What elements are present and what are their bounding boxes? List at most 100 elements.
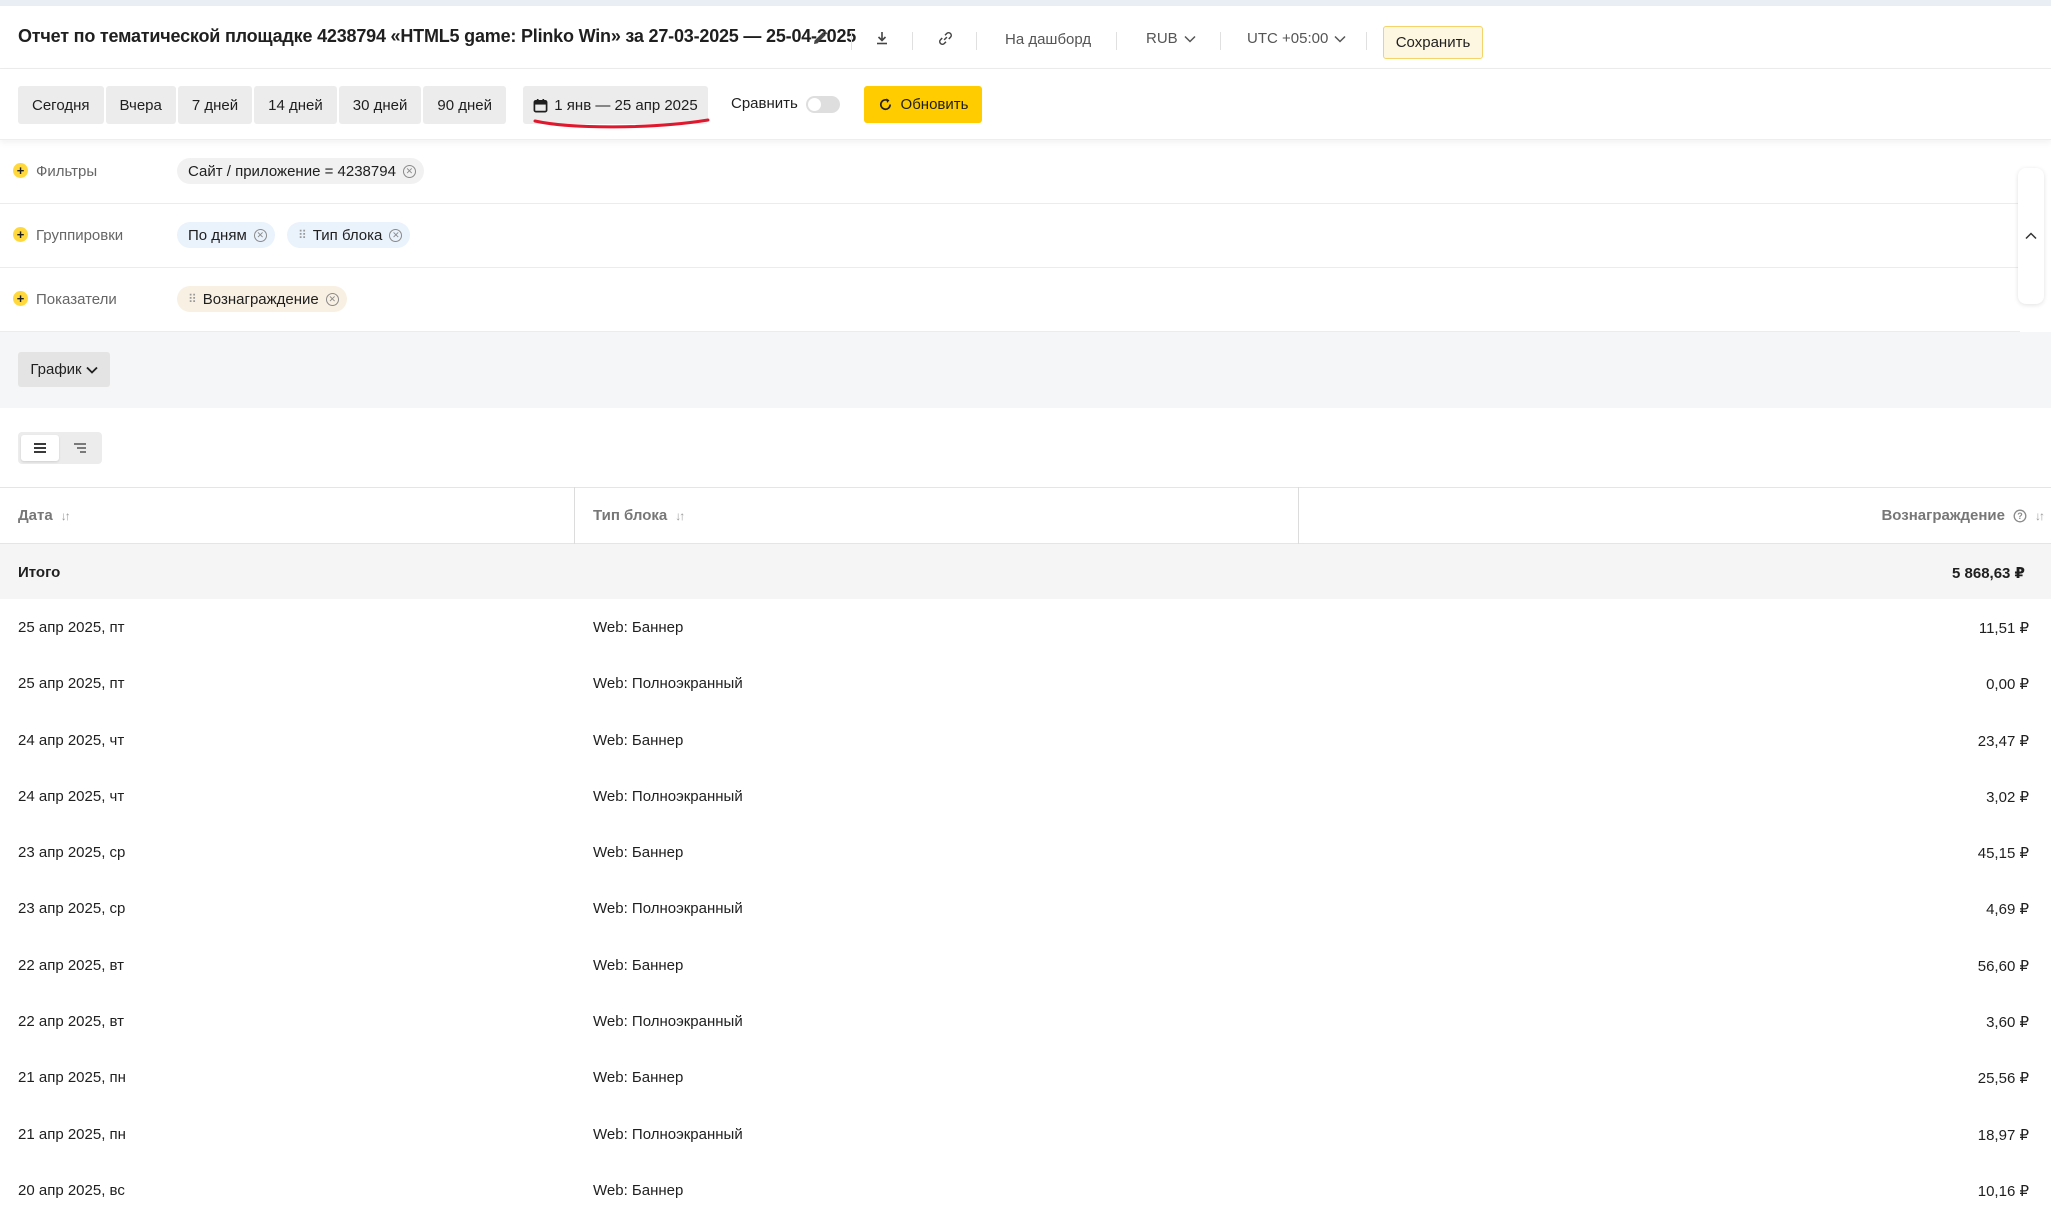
table-row: 23 апр 2025, ср Web: Баннер 45,15 ₽ xyxy=(0,825,2051,881)
date-range-value: 1 янв — 25 апр 2025 xyxy=(554,96,698,114)
report-header: Отчет по тематической площадке 4238794 «… xyxy=(0,6,2051,69)
add-grouping-icon[interactable]: + xyxy=(13,227,28,242)
reward-cell: 18,97 ₽ xyxy=(1977,1126,2029,1144)
link-icon[interactable] xyxy=(933,26,957,50)
grouping-chip-by-days[interactable]: По дням ✕ xyxy=(177,222,275,248)
table-row: 25 апр 2025, пт Web: Полноэкранный 0,00 ₽ xyxy=(0,656,2051,712)
reward-cell: 23,47 ₽ xyxy=(1977,732,2029,750)
metrics-label: Показатели xyxy=(36,291,117,308)
divider xyxy=(976,32,977,50)
graph-button[interactable]: График xyxy=(18,352,110,387)
chip-label: Тип блока xyxy=(312,226,383,244)
column-label: Вознаграждение xyxy=(1881,507,2005,524)
refresh-label: Обновить xyxy=(900,96,969,113)
view-toggle xyxy=(18,432,102,464)
chevron-down-icon xyxy=(1184,35,1196,43)
reward-cell: 25,56 ₽ xyxy=(1977,1070,2029,1088)
column-label: Тип блока xyxy=(593,507,668,524)
table-row: 21 апр 2025, пн Web: Полноэкранный 18,97 ₽ xyxy=(0,1107,2051,1163)
reward-cell: 3,02 ₽ xyxy=(1986,788,2029,806)
divider xyxy=(851,32,852,50)
reward-cell: 3,60 ₽ xyxy=(1986,1014,2029,1032)
block-type-cell: Web: Баннер xyxy=(593,731,684,749)
chevron-down-icon xyxy=(1334,35,1346,43)
refresh-button[interactable]: Обновить xyxy=(864,86,982,123)
compare-toggle[interactable] xyxy=(806,96,840,113)
sort-icon[interactable]: ↓↑ xyxy=(675,509,685,523)
sort-icon[interactable]: ↓↑ xyxy=(61,509,71,523)
table-row: 25 апр 2025, пт Web: Баннер 11,51 ₽ xyxy=(0,600,2051,656)
preset-7-days[interactable]: 7 дней xyxy=(177,86,253,124)
preset-30-days[interactable]: 30 дней xyxy=(338,86,422,124)
column-block-type[interactable]: Тип блока ↓↑ xyxy=(593,507,685,524)
preset-90-days[interactable]: 90 дней xyxy=(423,86,506,124)
date-cell: 22 апр 2025, вт xyxy=(18,1013,125,1031)
date-cell: 25 апр 2025, пт xyxy=(18,675,125,693)
compare-label: Сравнить xyxy=(731,95,798,112)
table-row: 23 апр 2025, ср Web: Полноэкранный 4,69 ₽ xyxy=(0,881,2051,937)
timezone-select[interactable]: UTC +05:00 xyxy=(1247,30,1346,47)
help-icon[interactable]: ? xyxy=(2013,509,2027,523)
tree-view-button[interactable] xyxy=(61,435,99,461)
date-cell: 24 апр 2025, чт xyxy=(18,731,125,749)
column-reward[interactable]: Вознаграждение ? ↓↑ xyxy=(1881,507,2045,524)
block-type-cell: Web: Полноэкранный xyxy=(593,1125,743,1143)
svg-text:?: ? xyxy=(2017,511,2023,521)
chevron-up-icon xyxy=(2025,232,2037,240)
reward-cell: 4,69 ₽ xyxy=(1986,901,2029,919)
block-type-cell: Web: Полноэкранный xyxy=(593,787,743,805)
reward-cell: 0,00 ₽ xyxy=(1986,676,2029,694)
table-row: 20 апр 2025, вс Web: Баннер 10,16 ₽ xyxy=(0,1163,2051,1219)
currency-value: RUB xyxy=(1146,30,1178,47)
total-label: Итого xyxy=(18,564,61,581)
drag-handle-icon[interactable]: ⠿ xyxy=(188,292,197,306)
remove-icon[interactable]: ✕ xyxy=(253,228,267,242)
remove-icon[interactable]: ✕ xyxy=(402,164,416,178)
remove-icon[interactable]: ✕ xyxy=(389,228,403,242)
date-cell: 21 апр 2025, пн xyxy=(18,1069,126,1087)
collapse-panel-button[interactable] xyxy=(2018,168,2044,304)
page-title: Отчет по тематической площадке 4238794 «… xyxy=(18,26,857,46)
currency-select[interactable]: RUB xyxy=(1146,30,1196,47)
drag-handle-icon[interactable]: ⠿ xyxy=(298,228,307,242)
dashboard-link[interactable]: На дашборд xyxy=(1005,31,1091,48)
period-bar: Сегодня Вчера 7 дней 14 дней 30 дней 90 … xyxy=(0,69,2051,140)
preset-today[interactable]: Сегодня xyxy=(18,86,104,124)
remove-icon[interactable]: ✕ xyxy=(325,292,339,306)
add-metric-icon[interactable]: + xyxy=(13,291,28,306)
timezone-value: UTC +05:00 xyxy=(1247,30,1329,47)
groupings-label: Группировки xyxy=(36,227,124,244)
date-cell: 20 апр 2025, вс xyxy=(18,1181,125,1199)
date-cell: 25 апр 2025, пт xyxy=(18,619,125,636)
download-icon[interactable] xyxy=(870,26,894,50)
pencil-icon[interactable] xyxy=(808,26,832,50)
reward-cell: 45,15 ₽ xyxy=(1977,845,2029,863)
grouping-chip-block-type[interactable]: ⠿ Тип блока ✕ xyxy=(287,222,411,248)
block-type-cell: Web: Полноэкранный xyxy=(593,1013,743,1031)
date-cell: 22 апр 2025, вт xyxy=(18,956,125,974)
sort-icon[interactable]: ↓↑ xyxy=(2035,509,2045,523)
table-row: 22 апр 2025, вт Web: Полноэкранный 3,60 ₽ xyxy=(0,994,2051,1050)
reward-cell: 11,51 ₽ xyxy=(1978,620,2029,637)
chip-label: По дням xyxy=(188,226,247,244)
table-row: 24 апр 2025, чт Web: Баннер 23,47 ₽ xyxy=(0,713,2051,769)
add-filter-icon[interactable]: + xyxy=(13,163,28,178)
table-body: 25 апр 2025, пт Web: Баннер 11,51 ₽25 апр … xyxy=(0,600,2051,1219)
refresh-icon xyxy=(879,98,891,111)
divider xyxy=(1220,32,1221,50)
flat-view-button[interactable] xyxy=(21,435,59,461)
preset-yesterday[interactable]: Вчера xyxy=(105,86,176,124)
reward-cell: 10,16 ₽ xyxy=(1977,1182,2029,1200)
metric-chip-reward[interactable]: ⠿ Вознаграждение ✕ xyxy=(177,286,347,312)
divider xyxy=(912,32,913,50)
filters-label: Фильтры xyxy=(36,163,98,180)
save-button[interactable]: Сохранить xyxy=(1383,26,1483,59)
filter-chip-site[interactable]: Сайт / приложение = 4238794 ✕ xyxy=(177,158,424,184)
chip-label: Вознаграждение xyxy=(202,290,319,308)
column-date[interactable]: Дата ↓↑ xyxy=(18,507,71,524)
metrics-row: + Показатели ⠿ Вознаграждение ✕ xyxy=(0,268,2020,332)
red-underline-annotation xyxy=(533,118,710,129)
chip-label: Сайт / приложение = 4238794 xyxy=(188,162,396,180)
preset-14-days[interactable]: 14 дней xyxy=(254,86,337,124)
block-type-cell: Web: Полноэкранный xyxy=(593,675,743,693)
